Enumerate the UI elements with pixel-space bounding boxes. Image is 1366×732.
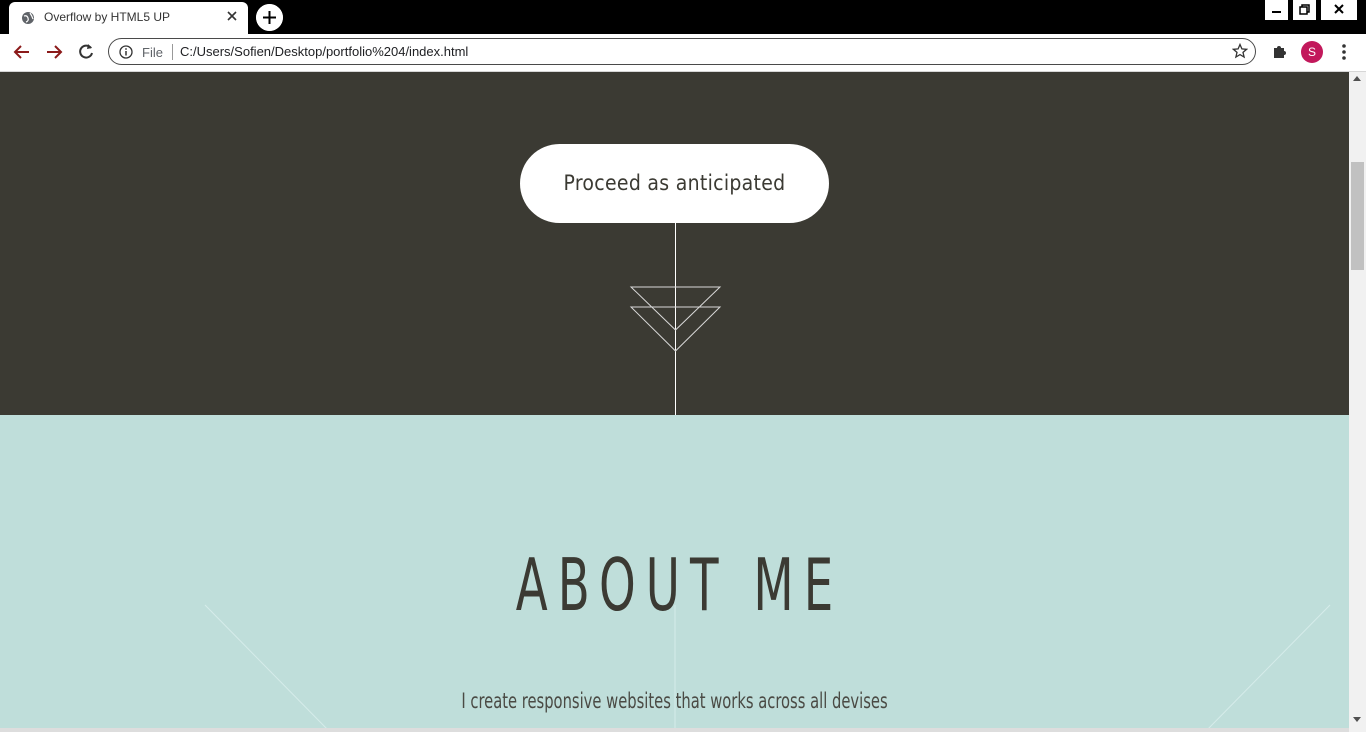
intro-section: Proceed as anticipated — [0, 72, 1349, 415]
about-section: ABOUT ME I create responsive websites th… — [0, 415, 1349, 732]
bookmark-star-icon[interactable] — [1232, 43, 1248, 59]
close-window-button[interactable] — [1321, 0, 1357, 20]
globe-icon — [22, 12, 34, 24]
reload-icon[interactable] — [76, 42, 96, 62]
browser-titlebar: Overflow by HTML5 UP — [0, 0, 1366, 34]
extensions-puzzle-icon[interactable] — [1271, 42, 1289, 60]
about-tagline: I create responsive websites that works … — [461, 689, 888, 713]
scroll-up-arrow-icon[interactable] — [1353, 76, 1361, 81]
close-tab-icon[interactable] — [225, 9, 239, 23]
page-viewport: Proceed as anticipated ABOUT ME I create… — [0, 72, 1349, 732]
browser-toolbar: File C:/Users/Sofien/Desktop/portfolio%2… — [0, 34, 1366, 72]
scroll-down-arrow-icon[interactable] — [1353, 717, 1361, 722]
scrollbar-thumb[interactable] — [1351, 162, 1364, 270]
about-heading: ABOUT ME — [515, 543, 844, 627]
scheme-label: File — [142, 45, 163, 60]
address-bar[interactable]: File C:/Users/Sofien/Desktop/portfolio%2… — [108, 38, 1256, 65]
restore-button[interactable] — [1293, 0, 1316, 20]
taskbar-strip — [0, 728, 1349, 732]
info-icon[interactable] — [119, 45, 133, 59]
vertical-scrollbar[interactable] — [1349, 72, 1366, 732]
url-text[interactable]: C:/Users/Sofien/Desktop/portfolio%204/in… — [180, 44, 468, 59]
arrow-down-connector-icon — [629, 223, 722, 415]
browser-tab[interactable]: Overflow by HTML5 UP — [9, 2, 248, 34]
proceed-button[interactable]: Proceed as anticipated — [520, 144, 829, 223]
back-arrow-icon[interactable] — [12, 42, 32, 62]
tab-title: Overflow by HTML5 UP — [44, 10, 171, 24]
minimize-button[interactable] — [1265, 0, 1288, 20]
omnibox-separator — [172, 44, 173, 60]
kebab-menu-icon[interactable] — [1336, 42, 1352, 62]
profile-avatar[interactable]: S — [1301, 41, 1323, 63]
forward-arrow-icon[interactable] — [44, 42, 64, 62]
new-tab-button[interactable] — [256, 4, 283, 31]
